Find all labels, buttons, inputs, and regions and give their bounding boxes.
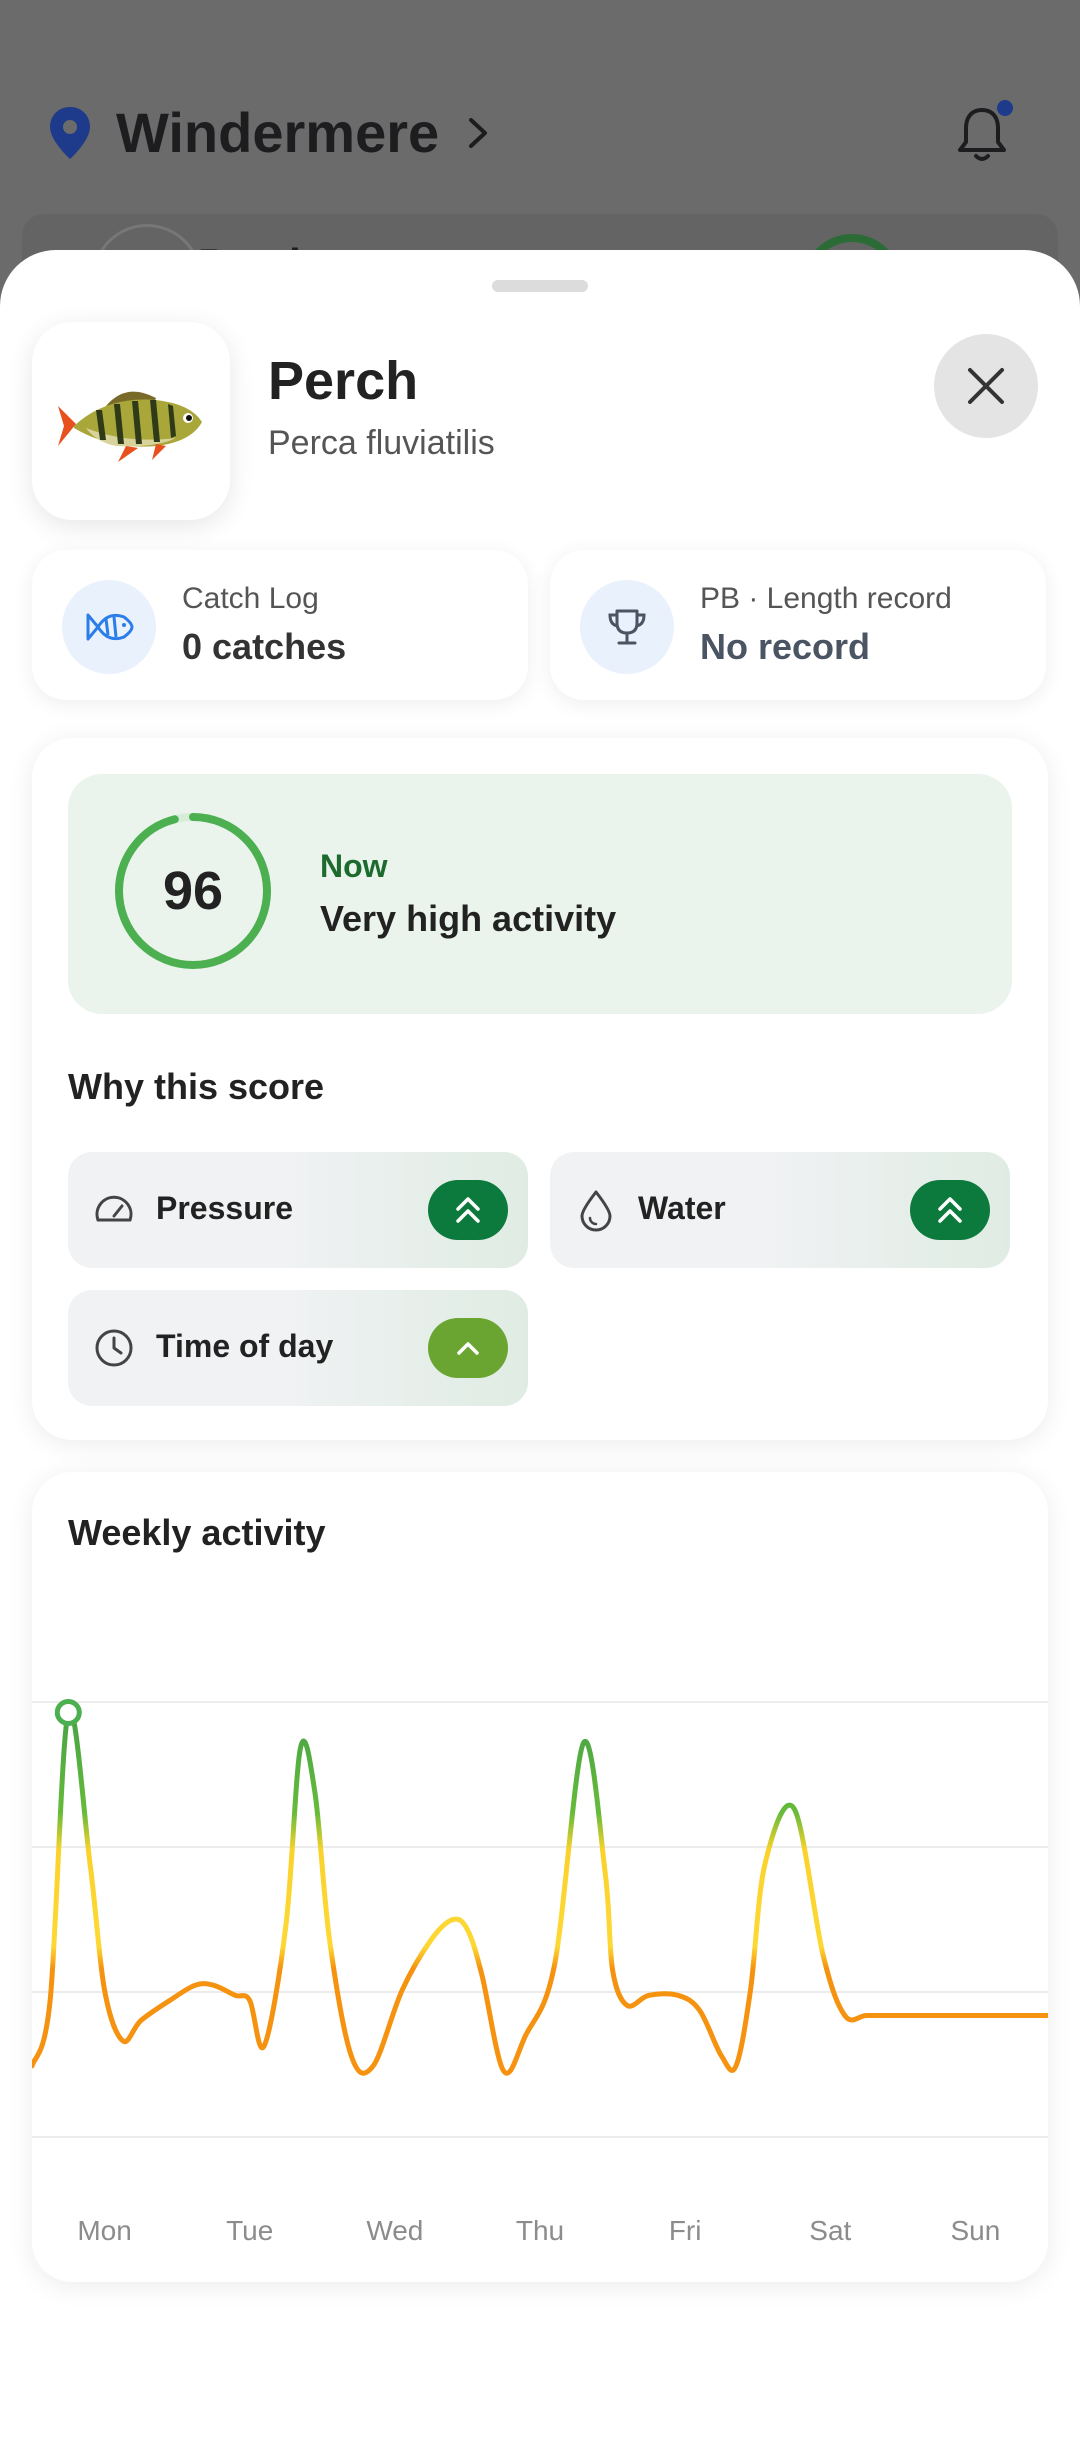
chevron-right-icon bbox=[469, 117, 488, 148]
day-label: Tue bbox=[226, 2215, 273, 2246]
score-value: 96 bbox=[162, 861, 224, 921]
location-selector[interactable]: Windermere bbox=[48, 100, 495, 165]
close-button[interactable] bbox=[934, 334, 1038, 438]
activity-line bbox=[32, 1707, 1048, 2076]
perch-fish-icon bbox=[58, 391, 202, 462]
double-chevron-up-icon bbox=[456, 1197, 480, 1223]
double-chevron-up-icon bbox=[938, 1197, 962, 1223]
species-sheet: Perch Perca fluviatilis Catch Log 0 catc… bbox=[0, 250, 1080, 2450]
catch-log-label: Catch Log bbox=[182, 582, 319, 615]
location-title: Windermere bbox=[116, 101, 440, 164]
score-gauge: 96 bbox=[112, 810, 274, 972]
factor-label: Water bbox=[638, 1190, 726, 1226]
day-label: Thu bbox=[516, 2215, 564, 2246]
clock-icon bbox=[95, 1329, 133, 1367]
activity-level-text: Very high activity bbox=[320, 898, 617, 939]
now-label: Now bbox=[320, 848, 388, 884]
fish-icon bbox=[86, 613, 134, 641]
notification-dot bbox=[997, 100, 1013, 116]
pb-card[interactable]: PB · Length record No record bbox=[550, 550, 1046, 700]
factor-level-badge bbox=[428, 1180, 508, 1240]
gauge-icon bbox=[95, 1195, 133, 1222]
catch-log-icon-circle bbox=[62, 580, 156, 674]
why-score-heading: Why this score bbox=[68, 1066, 325, 1107]
close-icon bbox=[968, 368, 1004, 404]
factor-pressure[interactable]: Pressure bbox=[68, 1152, 528, 1268]
fish-image-tile bbox=[32, 322, 230, 520]
day-label: Sat bbox=[809, 2215, 851, 2246]
pb-icon-circle bbox=[580, 580, 674, 674]
score-card: 96 Now Very high activity Why this score… bbox=[32, 738, 1048, 1440]
pb-value: No record bbox=[700, 626, 871, 667]
now-activity-box: 96 Now Very high activity bbox=[68, 774, 1012, 1014]
pb-label: PB · Length record bbox=[700, 582, 952, 615]
factor-level-badge bbox=[428, 1318, 508, 1378]
water-drop-icon bbox=[580, 1190, 612, 1232]
peak-marker[interactable] bbox=[54, 1699, 82, 1726]
catch-log-value: 0 catches bbox=[182, 626, 347, 667]
day-label: Wed bbox=[366, 2215, 423, 2246]
day-label: Fri bbox=[669, 2215, 702, 2246]
factor-level-badge bbox=[910, 1180, 990, 1240]
species-name: Perch bbox=[268, 351, 419, 411]
location-pin-icon bbox=[50, 106, 90, 159]
sheet-grabber[interactable] bbox=[492, 280, 588, 292]
factor-label: Pressure bbox=[156, 1190, 293, 1226]
weekly-activity-card: Weekly activity Mon Tue Wed Thu Fri Sat Sun bbox=[32, 1472, 1048, 2282]
chevron-up-icon bbox=[457, 1342, 479, 1355]
factor-time-of-day[interactable]: Time of day bbox=[68, 1290, 528, 1406]
trophy-icon bbox=[608, 609, 646, 645]
scientific-name: Perca fluviatilis bbox=[268, 424, 495, 462]
factor-label: Time of day bbox=[156, 1328, 334, 1364]
day-label: Sun bbox=[951, 2215, 1001, 2246]
factor-water[interactable]: Water bbox=[550, 1152, 1010, 1268]
weekly-activity-chart[interactable]: Mon Tue Wed Thu Fri Sat Sun bbox=[32, 1472, 1048, 2282]
catch-log-card[interactable]: Catch Log 0 catches bbox=[32, 550, 528, 700]
day-label: Mon bbox=[77, 2215, 131, 2246]
